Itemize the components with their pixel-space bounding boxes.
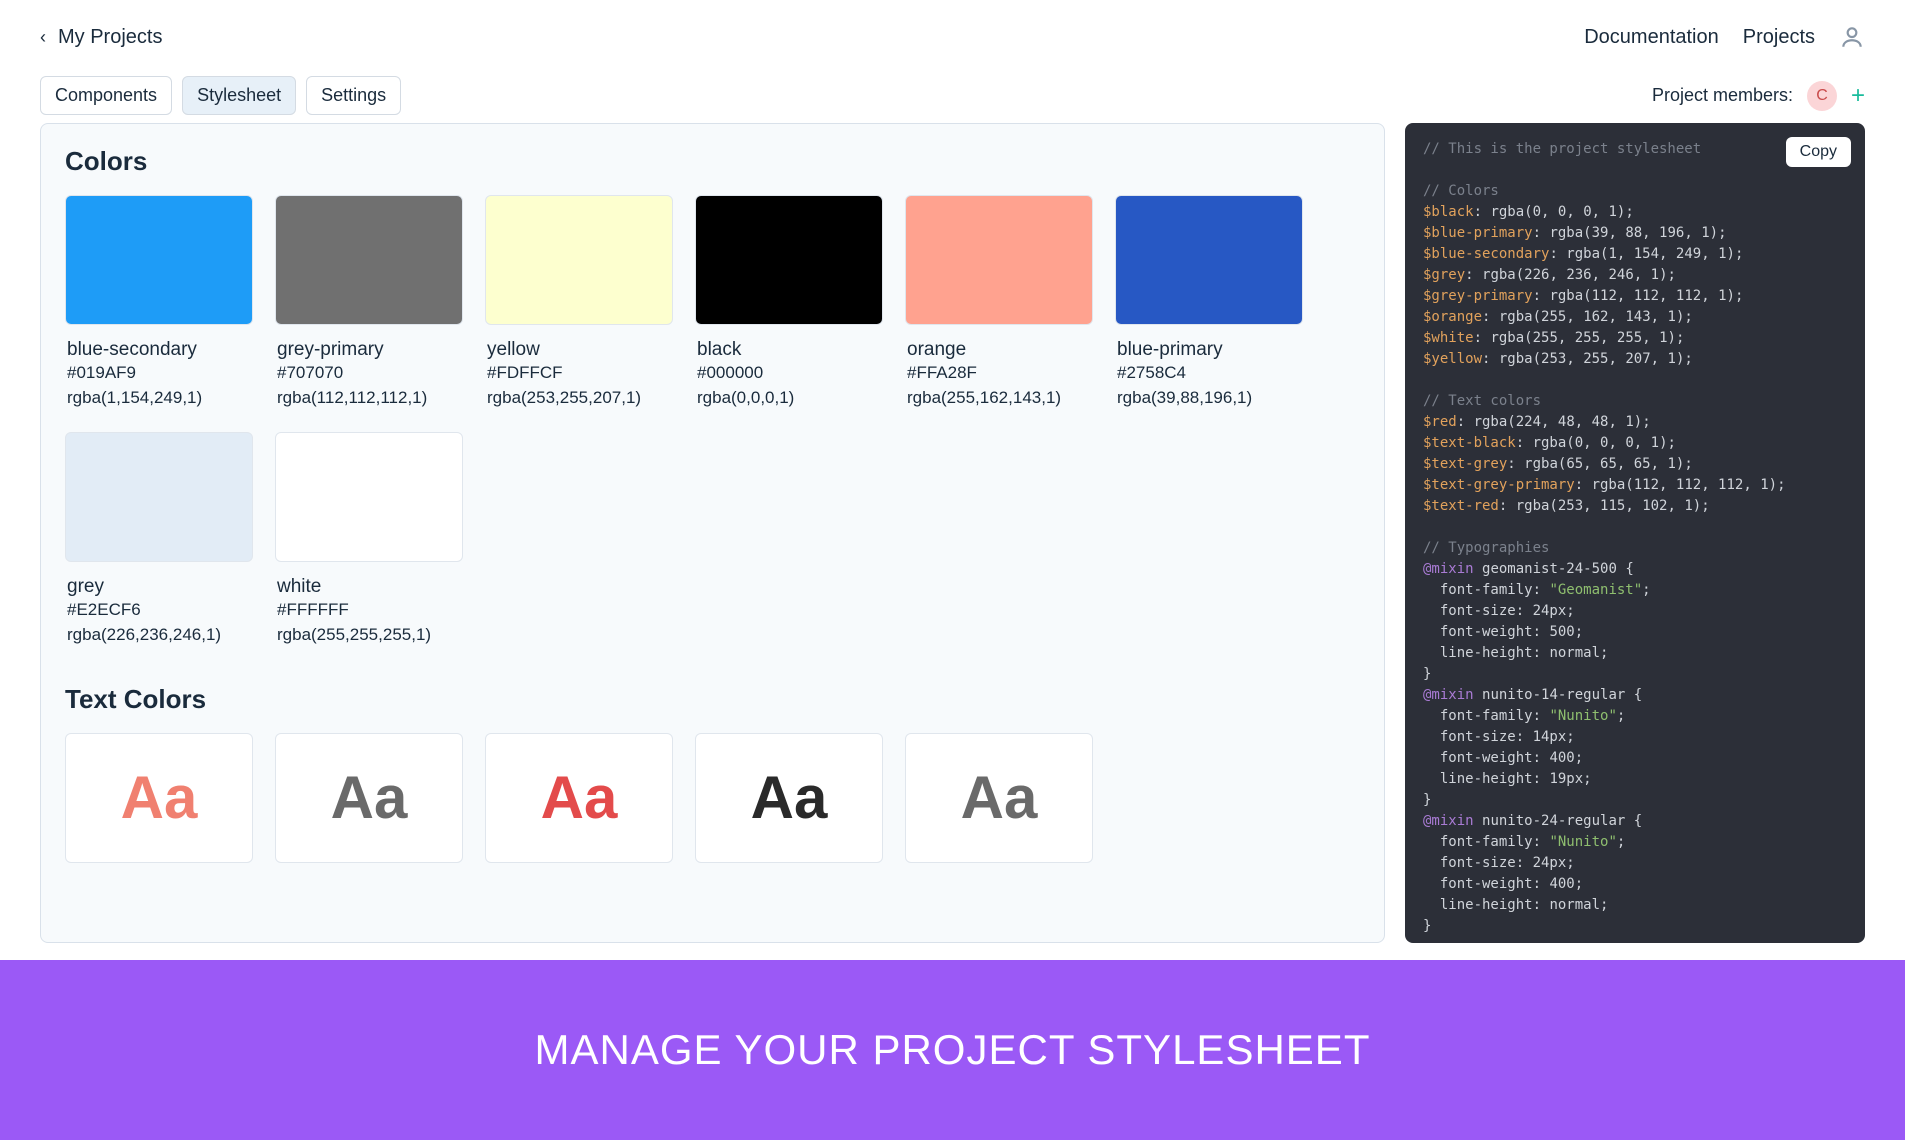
swatch-hex: #707070 [275,361,463,386]
swatch-rgba: rgba(226,236,246,1) [65,623,253,648]
text-color-swatch[interactable]: Aa [275,733,463,863]
back-to-projects[interactable]: ‹ My Projects [40,26,162,49]
color-swatch[interactable]: blue-secondary#019AF9rgba(1,154,249,1) [65,195,253,410]
swatch-box [275,195,463,325]
promo-banner: MANAGE YOUR PROJECT STYLESHEET [0,960,1905,1140]
swatch-box: Aa [695,733,883,863]
text-color-swatch[interactable]: Aa [485,733,673,863]
text-color-swatch[interactable]: Aa [695,733,883,863]
swatch-box: Aa [485,733,673,863]
swatch-hex: #FDFFCF [485,361,673,386]
swatch-box: Aa [905,733,1093,863]
swatch-name: blue-secondary [65,339,253,361]
swatch-hex: #019AF9 [65,361,253,386]
swatch-rgba: rgba(253,255,207,1) [485,386,673,411]
swatch-hex: #FFA28F [905,361,1093,386]
swatch-box [1115,195,1303,325]
swatch-rgba: rgba(255,255,255,1) [275,623,463,648]
swatch-box [695,195,883,325]
colors-heading: Colors [65,146,1360,177]
color-swatch[interactable]: blue-primary#2758C4rgba(39,88,196,1) [1115,195,1303,410]
swatch-box [485,195,673,325]
add-member-button[interactable]: + [1851,82,1865,110]
style-panel: Colors blue-secondary#019AF9rgba(1,154,2… [40,123,1385,943]
swatch-box [65,432,253,562]
swatch-name: orange [905,339,1093,361]
tab-components[interactable]: Components [40,76,172,115]
link-documentation[interactable]: Documentation [1584,26,1719,49]
swatch-hex: #FFFFFF [275,598,463,623]
user-icon[interactable] [1839,24,1865,50]
swatch-name: white [275,576,463,598]
code-panel: Copy // This is the project stylesheet /… [1405,123,1865,943]
tab-settings[interactable]: Settings [306,76,401,115]
text-color-swatch[interactable]: Aa [905,733,1093,863]
swatch-rgba: rgba(0,0,0,1) [695,386,883,411]
link-projects[interactable]: Projects [1743,26,1815,49]
swatch-hex: #E2ECF6 [65,598,253,623]
swatch-box [65,195,253,325]
text-colors-heading: Text Colors [65,684,1360,715]
color-swatch[interactable]: black#000000rgba(0,0,0,1) [695,195,883,410]
swatch-name: grey-primary [275,339,463,361]
color-swatch[interactable]: yellow#FDFFCFrgba(253,255,207,1) [485,195,673,410]
tab-stylesheet[interactable]: Stylesheet [182,76,296,115]
back-label: My Projects [58,26,162,49]
copy-button[interactable]: Copy [1786,137,1851,167]
swatch-rgba: rgba(255,162,143,1) [905,386,1093,411]
color-swatch[interactable]: grey-primary#707070rgba(112,112,112,1) [275,195,463,410]
color-swatch[interactable]: grey#E2ECF6rgba(226,236,246,1) [65,432,253,647]
swatch-hex: #000000 [695,361,883,386]
swatch-rgba: rgba(112,112,112,1) [275,386,463,411]
chevron-left-icon: ‹ [40,27,46,48]
members-label: Project members: [1652,85,1793,106]
swatch-name: black [695,339,883,361]
swatch-rgba: rgba(39,88,196,1) [1115,386,1303,411]
swatch-box: Aa [275,733,463,863]
swatch-rgba: rgba(1,154,249,1) [65,386,253,411]
member-avatar[interactable]: C [1807,81,1837,111]
swatch-box [275,432,463,562]
banner-text: MANAGE YOUR PROJECT STYLESHEET [535,1026,1371,1074]
swatch-box: Aa [65,733,253,863]
text-color-swatch[interactable]: Aa [65,733,253,863]
swatch-box [905,195,1093,325]
swatch-hex: #2758C4 [1115,361,1303,386]
swatch-name: grey [65,576,253,598]
swatch-name: blue-primary [1115,339,1303,361]
color-swatch[interactable]: white#FFFFFFrgba(255,255,255,1) [275,432,463,647]
color-swatch[interactable]: orange#FFA28Frgba(255,162,143,1) [905,195,1093,410]
swatch-name: yellow [485,339,673,361]
